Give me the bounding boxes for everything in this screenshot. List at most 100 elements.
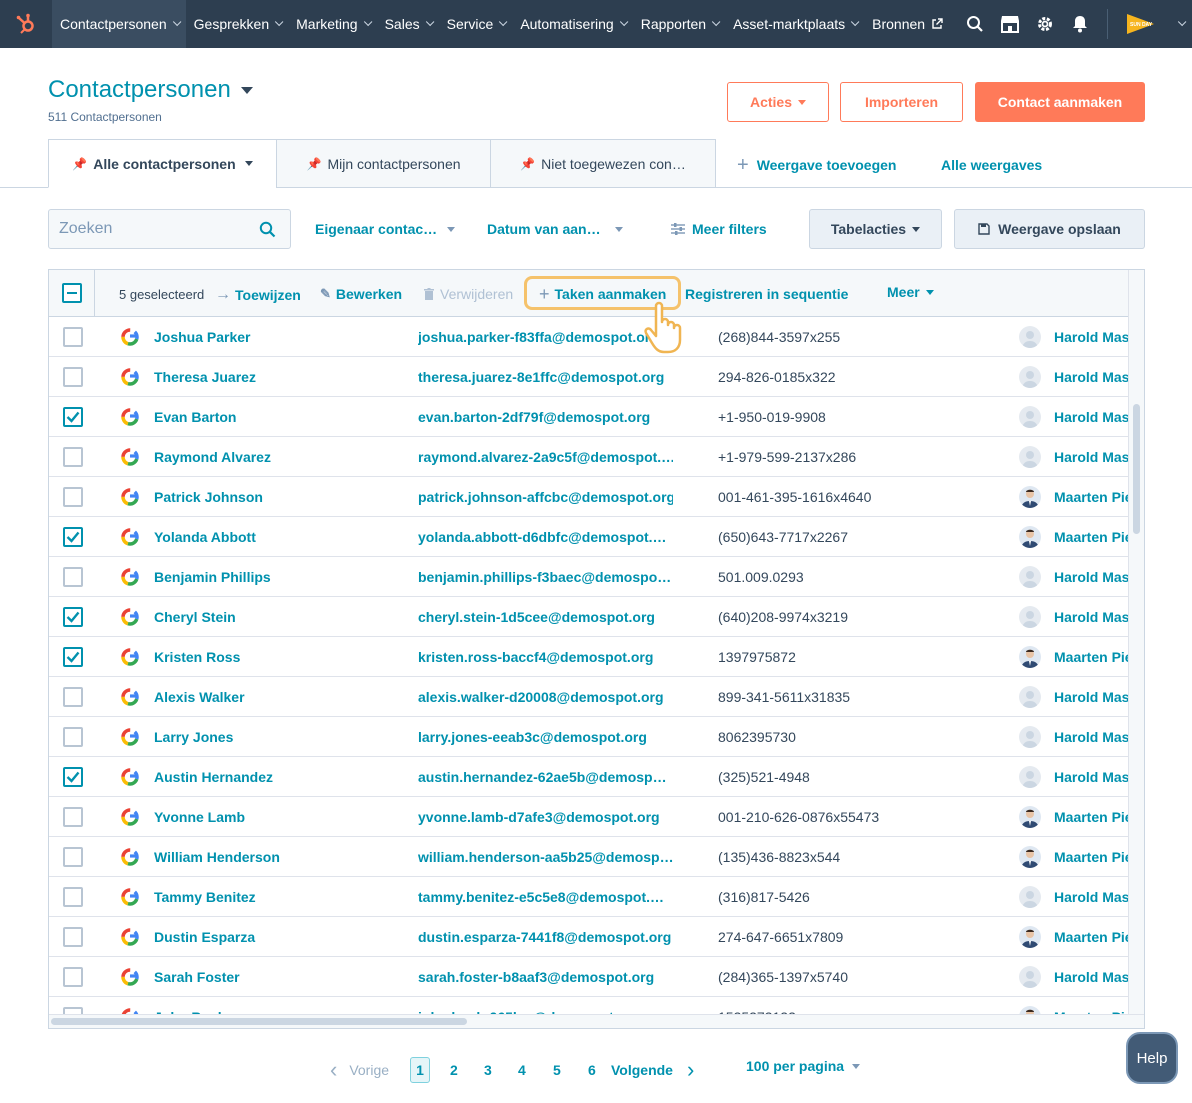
row-checkbox[interactable]	[63, 837, 83, 877]
contact-name-link[interactable]: Benjamin Phillips	[154, 557, 384, 597]
row-checkbox[interactable]	[63, 877, 83, 917]
contact-email-link[interactable]: dustin.esparza-7441f8@demospot.org	[418, 917, 673, 957]
tab-all-contacts[interactable]: 📌 Alle contactpersonen	[48, 139, 277, 188]
contact-email-link[interactable]: kristen.ross-baccf4@demospot.org	[418, 637, 673, 677]
nav-reports[interactable]: Rapporten	[633, 0, 725, 48]
edit-button[interactable]: ✎ Bewerken	[320, 286, 402, 302]
more-filters-button[interactable]: Meer filters	[671, 221, 767, 237]
contact-name-link[interactable]: Evan Barton	[154, 397, 384, 437]
contact-email-link[interactable]: joshua.parker-f83ffa@demospot.org	[418, 317, 673, 357]
search-icon[interactable]	[957, 0, 992, 48]
contact-email-link[interactable]: larry.jones-eeab3c@demospot.org	[418, 717, 673, 757]
row-checkbox[interactable]	[63, 757, 83, 797]
contact-owner-link[interactable]: Harold Mas	[1054, 557, 1129, 597]
contact-email-link[interactable]: raymond.alvarez-2a9c5f@demospot.…	[418, 437, 673, 477]
contact-owner-link[interactable]: Maarten Pie	[1054, 797, 1129, 837]
chevron-down-icon[interactable]	[1162, 0, 1192, 48]
search-input[interactable]: Zoeken	[48, 209, 291, 249]
contact-email-link[interactable]: william.henderson-aa5b25@demosp…	[418, 837, 673, 877]
contact-owner-link[interactable]: Maarten Pie	[1054, 477, 1129, 517]
nav-marketing[interactable]: Marketing	[288, 0, 376, 48]
row-checkbox[interactable]	[63, 717, 83, 757]
page-button[interactable]: 5	[553, 1057, 561, 1083]
bell-icon[interactable]	[1062, 0, 1097, 48]
account-logo-icon[interactable]: SUN DAY	[1118, 0, 1162, 48]
enroll-sequence-button[interactable]: Registreren in sequentie	[685, 286, 848, 302]
tab-unassigned-contacts[interactable]: 📌 Niet toegewezen con…	[490, 139, 716, 188]
row-checkbox[interactable]	[63, 517, 83, 557]
contact-email-link[interactable]: sarah.foster-b8aaf3@demospot.org	[418, 957, 673, 997]
contact-owner-link[interactable]: Harold Mas	[1054, 877, 1129, 917]
contact-name-link[interactable]: Theresa Juarez	[154, 357, 384, 397]
gear-icon[interactable]	[1027, 0, 1062, 48]
create-contact-button[interactable]: Contact aanmaken	[975, 82, 1145, 122]
contact-email-link[interactable]: cheryl.stein-1d5cee@demospot.org	[418, 597, 673, 637]
next-page-button[interactable]: Volgende ›	[611, 1057, 694, 1083]
all-views-link[interactable]: Alle weergaves	[941, 157, 1042, 173]
contact-name-link[interactable]: Kristen Ross	[154, 637, 384, 677]
contact-owner-link[interactable]: Harold Mas	[1054, 397, 1129, 437]
page-title[interactable]: Contactpersonen	[48, 76, 253, 104]
tab-my-contacts[interactable]: 📌 Mijn contactpersonen	[276, 139, 491, 188]
date-filter[interactable]: Datum van aan…	[487, 221, 623, 237]
contact-owner-link[interactable]: Harold Mas	[1054, 597, 1129, 637]
help-button[interactable]: Help	[1126, 1032, 1178, 1084]
contact-email-link[interactable]: patrick.johnson-affcbc@demospot.org	[418, 477, 673, 517]
row-checkbox[interactable]	[63, 797, 83, 837]
row-checkbox[interactable]	[63, 397, 83, 437]
contact-name-link[interactable]: Alexis Walker	[154, 677, 384, 717]
page-button[interactable]: 6	[588, 1057, 596, 1083]
row-checkbox[interactable]	[63, 477, 83, 517]
row-checkbox[interactable]	[63, 357, 83, 397]
delete-button[interactable]: Verwijderen	[424, 286, 513, 302]
contact-owner-link[interactable]: Harold Mas	[1054, 677, 1129, 717]
row-checkbox[interactable]	[63, 317, 83, 357]
page-button[interactable]: 3	[484, 1057, 492, 1083]
contact-email-link[interactable]: austin.hernandez-62ae5b@demosp…	[418, 757, 673, 797]
contact-email-link[interactable]: benjamin.phillips-f3baec@demospo…	[418, 557, 673, 597]
add-view-button[interactable]: + Weergave toevoegen	[737, 155, 896, 175]
scroll-thumb[interactable]	[1133, 404, 1140, 534]
contact-email-link[interactable]: evan.barton-2df79f@demospot.org	[418, 397, 673, 437]
page-button[interactable]: 2	[450, 1057, 458, 1083]
contact-owner-link[interactable]: Harold Mas	[1054, 437, 1129, 477]
horizontal-scrollbar[interactable]	[49, 1014, 1144, 1028]
nav-conversations[interactable]: Gesprekken	[186, 0, 288, 48]
per-page-select[interactable]: 100 per pagina	[746, 1053, 861, 1079]
save-view-button[interactable]: Weergave opslaan	[954, 209, 1145, 249]
contact-owner-link[interactable]: Maarten Pie	[1054, 517, 1129, 557]
page-button-current[interactable]: 1	[410, 1057, 430, 1083]
row-checkbox[interactable]	[63, 917, 83, 957]
contact-owner-link[interactable]: Harold Mas	[1054, 757, 1129, 797]
row-checkbox[interactable]	[63, 437, 83, 477]
actions-button[interactable]: Acties	[727, 82, 829, 122]
contact-name-link[interactable]: Patrick Johnson	[154, 477, 384, 517]
nav-contacts[interactable]: Contactpersonen	[52, 0, 186, 48]
contact-name-link[interactable]: Yolanda Abbott	[154, 517, 384, 557]
contact-email-link[interactable]: tammy.benitez-e5c5e8@demospot.…	[418, 877, 673, 917]
hubspot-logo-icon[interactable]	[0, 0, 52, 48]
contact-email-link[interactable]: theresa.juarez-8e1ffc@demospot.org	[418, 357, 673, 397]
contact-email-link[interactable]: yolanda.abbott-d6dbfc@demospot.…	[418, 517, 673, 557]
table-actions-button[interactable]: Tabelacties	[809, 209, 942, 249]
more-button[interactable]: Meer	[887, 284, 934, 300]
row-checkbox[interactable]	[63, 557, 83, 597]
nav-sales[interactable]: Sales	[377, 0, 439, 48]
contact-name-link[interactable]: Larry Jones	[154, 717, 384, 757]
contact-name-link[interactable]: Tammy Benitez	[154, 877, 384, 917]
row-checkbox[interactable]	[63, 677, 83, 717]
nav-automation[interactable]: Automatisering	[512, 0, 632, 48]
marketplace-icon[interactable]	[992, 0, 1027, 48]
contact-name-link[interactable]: Yvonne Lamb	[154, 797, 384, 837]
contact-owner-link[interactable]: Maarten Pie	[1054, 917, 1129, 957]
contact-owner-link[interactable]: Harold Mas	[1054, 357, 1129, 397]
contact-name-link[interactable]: Cheryl Stein	[154, 597, 384, 637]
contact-owner-link[interactable]: Maarten Pie	[1054, 637, 1129, 677]
row-checkbox[interactable]	[63, 637, 83, 677]
contact-name-link[interactable]: Joshua Parker	[154, 317, 384, 357]
contact-name-link[interactable]: Dustin Esparza	[154, 917, 384, 957]
owner-filter[interactable]: Eigenaar contac…	[315, 221, 456, 237]
contact-name-link[interactable]: Sarah Foster	[154, 957, 384, 997]
contact-owner-link[interactable]: Harold Mas	[1054, 317, 1129, 357]
assign-button[interactable]: → Toewijzen	[215, 286, 301, 304]
